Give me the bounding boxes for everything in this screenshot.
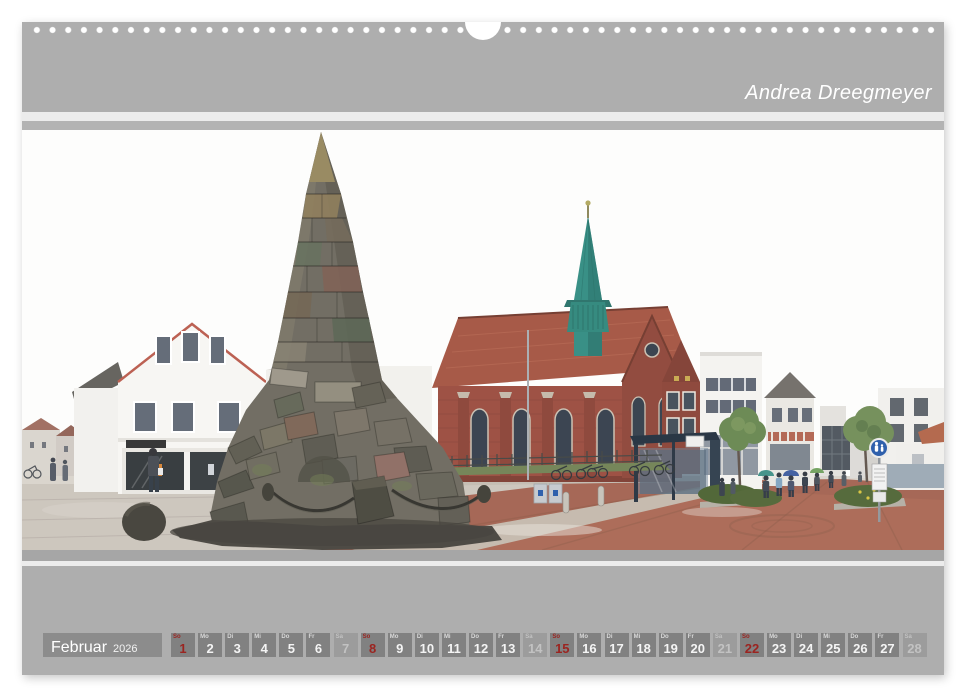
weekday-abbrev: Mo: [769, 634, 778, 640]
day-cell-19: Do19: [659, 633, 683, 657]
day-cell-18: Mi18: [632, 633, 656, 657]
author-name: Andrea Dreegmeyer: [745, 82, 932, 105]
weekday-abbrev: Mo: [390, 634, 399, 640]
day-cell-27: Fr27: [875, 633, 899, 657]
day-number: 1: [171, 641, 195, 656]
day-number: 15: [550, 641, 574, 656]
day-cell-9: Mo9: [388, 633, 412, 657]
day-cell-2: Mo2: [198, 633, 222, 657]
day-number: 8: [361, 641, 385, 656]
weekday-abbrev: Do: [661, 634, 669, 640]
weekday-abbrev: Sa: [715, 634, 722, 640]
weekday-abbrev: Mo: [200, 634, 209, 640]
day-cell-4: Mi4: [252, 633, 276, 657]
day-number: 18: [632, 641, 656, 656]
weekday-abbrev: Mi: [444, 634, 451, 640]
day-number: 25: [821, 641, 845, 656]
day-number: 13: [496, 641, 520, 656]
day-number: 7: [334, 641, 358, 656]
day-cell-7: Sa7: [334, 633, 358, 657]
day-cell-8: So8: [361, 633, 385, 657]
day-number: 22: [740, 641, 764, 656]
day-cell-28: Sa28: [903, 633, 927, 657]
day-number: 19: [659, 641, 683, 656]
calendar-footer: Februar 2026 So1Mo2Di3Mi4Do5Fr6Sa7So8Mo9…: [22, 566, 944, 675]
day-number: 10: [415, 641, 439, 656]
weekday-abbrev: Sa: [905, 634, 912, 640]
divider-light-top: [22, 112, 944, 121]
day-cells: So1Mo2Di3Mi4Do5Fr6Sa7So8Mo9Di10Mi11Do12F…: [171, 633, 927, 657]
weekday-abbrev: Mi: [823, 634, 830, 640]
weekday-abbrev: So: [742, 634, 750, 640]
day-number: 27: [875, 641, 899, 656]
calendar-sheet-preview: Andrea Dreegmeyer: [0, 0, 971, 700]
weekday-abbrev: Do: [850, 634, 858, 640]
day-cell-20: Fr20: [686, 633, 710, 657]
weekday-abbrev: Di: [227, 634, 233, 640]
day-number: 11: [442, 641, 466, 656]
day-cell-11: Mi11: [442, 633, 466, 657]
day-cell-15: So15: [550, 633, 574, 657]
day-cell-23: Mo23: [767, 633, 791, 657]
weekday-abbrev: Mo: [579, 634, 588, 640]
weekday-abbrev: So: [363, 634, 371, 640]
day-number: 16: [577, 641, 601, 656]
photo-panorama: [22, 130, 944, 550]
day-number: 9: [388, 641, 412, 656]
day-number: 28: [903, 641, 927, 656]
day-number: 26: [848, 641, 872, 656]
day-cell-3: Di3: [225, 633, 249, 657]
day-cell-26: Do26: [848, 633, 872, 657]
haze-overlay: [22, 130, 944, 550]
weekday-abbrev: Di: [796, 634, 802, 640]
day-cell-24: Di24: [794, 633, 818, 657]
day-cell-13: Fr13: [496, 633, 520, 657]
day-cell-25: Mi25: [821, 633, 845, 657]
month-label: Februar: [51, 636, 107, 660]
divider-gray-bottom: [22, 550, 944, 561]
day-number: 4: [252, 641, 276, 656]
day-number: 14: [523, 641, 547, 656]
day-cell-10: Di10: [415, 633, 439, 657]
weekday-abbrev: Fr: [877, 634, 883, 640]
weekday-abbrev: Sa: [525, 634, 532, 640]
weekday-abbrev: Do: [471, 634, 479, 640]
day-number: 5: [279, 641, 303, 656]
year-label: 2026: [113, 643, 137, 655]
divider-gray-top: [22, 121, 944, 130]
day-cell-22: So22: [740, 633, 764, 657]
day-cell-14: Sa14: [523, 633, 547, 657]
weekday-abbrev: Mi: [254, 634, 261, 640]
day-number: 21: [713, 641, 737, 656]
weekday-abbrev: Fr: [308, 634, 314, 640]
day-number: 3: [225, 641, 249, 656]
weekday-abbrev: Di: [607, 634, 613, 640]
day-cell-16: Mo16: [577, 633, 601, 657]
day-number: 24: [794, 641, 818, 656]
day-number: 2: [198, 641, 222, 656]
day-number: 6: [306, 641, 330, 656]
day-cell-5: Do5: [279, 633, 303, 657]
day-number: 23: [767, 641, 791, 656]
month-cell: Februar 2026: [43, 633, 162, 657]
weekday-abbrev: Di: [417, 634, 423, 640]
calendar-page: Andrea Dreegmeyer: [22, 22, 944, 675]
weekday-abbrev: Do: [281, 634, 289, 640]
weekday-abbrev: So: [173, 634, 181, 640]
weekday-abbrev: So: [552, 634, 560, 640]
day-number: 20: [686, 641, 710, 656]
weekday-abbrev: Fr: [498, 634, 504, 640]
day-number: 17: [605, 641, 629, 656]
day-cell-17: Di17: [605, 633, 629, 657]
day-cell-12: Do12: [469, 633, 493, 657]
day-cell-21: Sa21: [713, 633, 737, 657]
weekday-abbrev: Fr: [688, 634, 694, 640]
weekday-abbrev: Mi: [634, 634, 641, 640]
day-cell-6: Fr6: [306, 633, 330, 657]
day-cell-1: So1: [171, 633, 195, 657]
day-number: 12: [469, 641, 493, 656]
weekday-abbrev: Sa: [336, 634, 343, 640]
